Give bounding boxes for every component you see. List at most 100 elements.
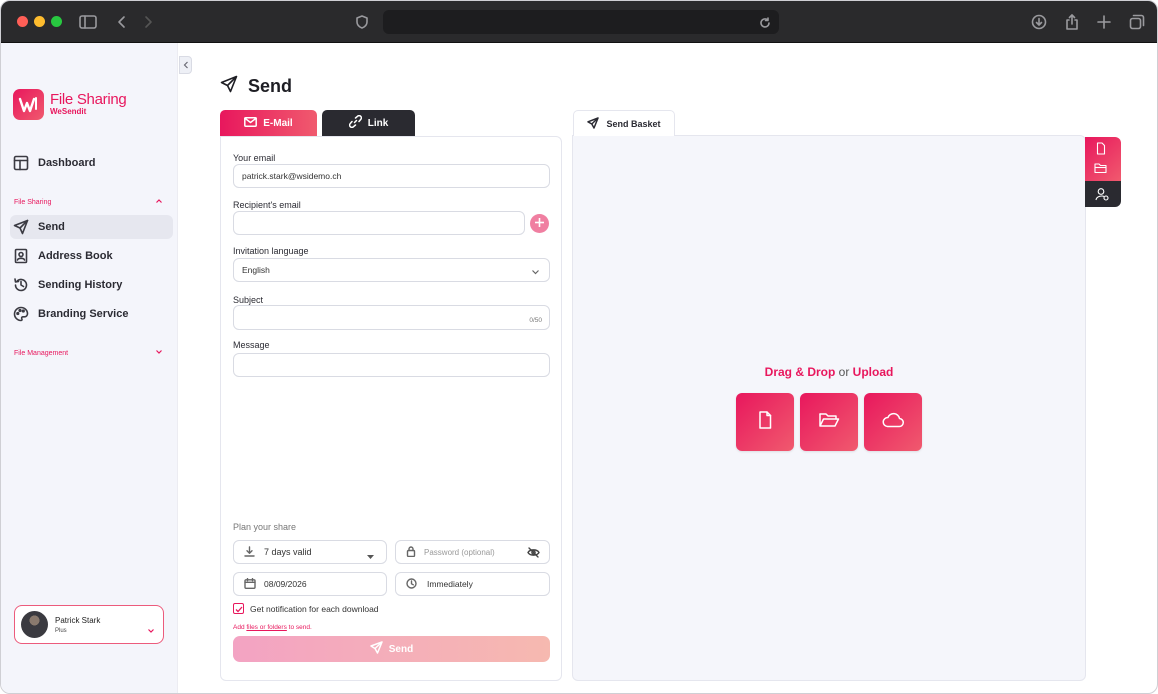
sidebar-item-dashboard[interactable]: Dashboard	[10, 151, 173, 175]
section-file-management[interactable]: File Management	[14, 349, 163, 357]
sidebar-item-address-book[interactable]: Address Book	[10, 244, 173, 268]
tab-link[interactable]: Link	[322, 110, 415, 136]
send-icon	[220, 75, 248, 98]
send-icon	[13, 219, 29, 235]
user-menu[interactable]: Patrick Stark Plus	[14, 605, 164, 644]
eye-off-icon[interactable]	[527, 547, 540, 560]
zoom-window-button[interactable]	[51, 16, 62, 27]
downloads-icon[interactable]	[1029, 12, 1049, 32]
back-icon[interactable]	[112, 12, 132, 32]
drag-drop-prompt: Drag & Drop or Upload	[573, 365, 1085, 379]
send-timing-select[interactable]: Immediately	[395, 572, 550, 596]
browser-titlebar	[1, 1, 1157, 43]
history-icon	[13, 277, 29, 293]
date-value: 08/09/2026	[264, 579, 307, 589]
tab-label: Link	[367, 117, 389, 129]
plan-share-label: Plan your share	[233, 522, 297, 532]
recipient-email-field[interactable]	[233, 211, 525, 235]
password-field[interactable]: Password (optional)	[395, 540, 550, 564]
recipient-email-label: Recipient's email	[233, 200, 301, 210]
sidebar-item-label: Dashboard	[38, 157, 96, 169]
basket-tab-label: Send Basket	[606, 118, 661, 129]
sidebar-toggle-icon[interactable]	[78, 12, 98, 32]
basket-contacts-toolbar	[1085, 181, 1121, 207]
app-logo[interactable]: File Sharing WeSendit	[13, 89, 127, 120]
chevron-down-icon	[147, 621, 155, 639]
clock-icon	[406, 577, 417, 591]
tab-email[interactable]: E-Mail	[220, 110, 317, 136]
sidebar-item-label: Sending History	[38, 279, 123, 291]
dashboard-icon	[13, 155, 29, 171]
sidebar-item-sending-history[interactable]: Sending History	[10, 273, 173, 297]
sidebar-item-send[interactable]: Send	[10, 215, 173, 239]
mail-icon	[244, 116, 263, 130]
logo-subtitle: WeSendit	[50, 107, 87, 116]
link-icon	[348, 114, 368, 131]
chevron-down-icon	[155, 349, 163, 357]
page-title-text: Send	[248, 76, 293, 96]
user-name: Patrick Stark	[55, 615, 101, 625]
user-settings-icon[interactable]	[1095, 187, 1109, 206]
send-icon	[370, 641, 389, 657]
palette-icon	[13, 306, 29, 322]
wesendit-logo-icon	[13, 89, 44, 120]
url-bar[interactable]	[383, 10, 779, 34]
send-icon	[587, 116, 606, 131]
cloud-icon	[881, 412, 905, 433]
drag-drop-label: Drag & Drop	[764, 365, 836, 379]
date-field[interactable]: 08/09/2026	[233, 572, 387, 596]
reload-icon[interactable]	[755, 13, 775, 33]
subject-char-counter: 0/50	[529, 317, 542, 324]
upload-cloud-button[interactable]	[864, 393, 922, 451]
section-file-sharing[interactable]: File Sharing	[14, 198, 163, 206]
minimize-window-button[interactable]	[34, 16, 45, 27]
sidebar-item-branding-service[interactable]: Branding Service	[10, 302, 173, 326]
add-recipient-button[interactable]	[530, 214, 549, 233]
upload-file-button[interactable]	[736, 393, 794, 451]
upload-folder-button[interactable]	[800, 393, 858, 451]
send-button[interactable]: Send	[233, 636, 550, 662]
invitation-language-value: English	[242, 265, 270, 275]
your-email-value: patrick.stark@wsidemo.ch	[242, 171, 342, 181]
page-title: Send	[220, 75, 292, 98]
tab-send-basket[interactable]: Send Basket	[573, 110, 675, 136]
your-email-field[interactable]: patrick.stark@wsidemo.ch	[233, 164, 550, 188]
notification-checkbox[interactable]	[233, 603, 244, 614]
logo-title: File Sharing	[50, 91, 127, 108]
hint-text: Add	[233, 624, 247, 631]
sidebar-item-label: Send	[38, 221, 65, 233]
browser-window: File Sharing WeSendit Dashboard File Sha…	[0, 0, 1158, 694]
timing-value: Immediately	[427, 579, 473, 589]
tab-overview-icon[interactable]	[1127, 12, 1147, 32]
calendar-icon	[244, 577, 256, 591]
validity-select[interactable]: 7 days valid	[233, 540, 387, 564]
avatar	[21, 611, 48, 638]
message-label: Message	[233, 340, 270, 350]
files-or-folders-link[interactable]: files or folders	[246, 624, 286, 631]
address-book-icon	[13, 248, 29, 264]
user-plan: Plus	[55, 627, 67, 634]
forward-icon[interactable]	[138, 12, 158, 32]
send-button-label: Send	[388, 643, 414, 655]
new-tab-icon[interactable]	[1094, 12, 1114, 32]
password-placeholder: Password (optional)	[424, 547, 495, 557]
message-field[interactable]	[233, 353, 550, 377]
invitation-language-label: Invitation language	[233, 246, 309, 256]
basket-add-toolbar	[1085, 137, 1121, 181]
chevron-left-icon	[183, 56, 189, 74]
hint-text: to send.	[286, 624, 312, 631]
subject-field[interactable]: 0/50	[233, 305, 550, 330]
section-label: File Management	[14, 349, 69, 357]
section-label: File Sharing	[14, 198, 52, 206]
close-window-button[interactable]	[17, 16, 28, 27]
basket-side-toolbar	[1085, 137, 1121, 207]
sidebar-item-label: Address Book	[38, 250, 113, 262]
share-icon[interactable]	[1062, 12, 1082, 32]
add-folder-icon[interactable]	[1094, 161, 1108, 179]
privacy-shield-icon[interactable]	[352, 12, 372, 32]
invitation-language-select[interactable]: English	[233, 258, 550, 282]
sidebar-item-label: Branding Service	[38, 308, 129, 320]
add-file-icon[interactable]	[1095, 142, 1107, 160]
or-label: or	[835, 365, 853, 379]
collapse-sidebar-button[interactable]	[179, 56, 192, 74]
